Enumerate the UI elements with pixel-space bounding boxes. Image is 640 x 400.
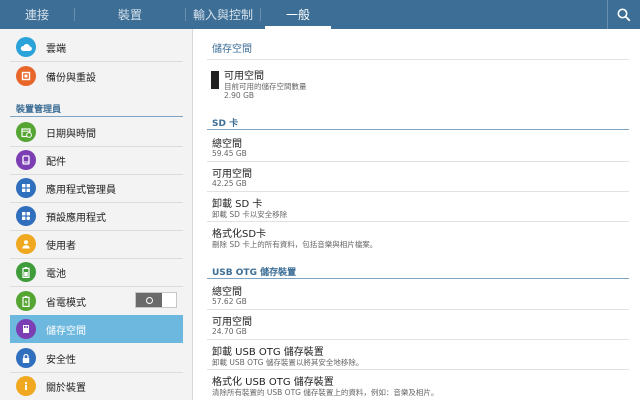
info-icon (16, 376, 36, 396)
storage-icon (16, 319, 36, 339)
divider (207, 59, 629, 60)
sidebar-item-default-apps[interactable]: 預設應用程式 (10, 202, 183, 230)
row-description: 卸載 SD 卡以安全移除 (212, 210, 288, 219)
divider (207, 191, 629, 192)
row-title: 可用空間 (212, 169, 252, 180)
row-title: 可用空間 (224, 71, 264, 82)
toggle-knob (136, 293, 162, 307)
section-header-sd-card: SD 卡 (212, 119, 239, 129)
tab-connections[interactable]: 連接 (0, 0, 74, 29)
divider (207, 309, 629, 310)
sidebar-item-date-time[interactable]: 日期與時間 (10, 118, 183, 146)
sidebar-item-battery[interactable]: 電池 (10, 258, 183, 286)
section-header-underline (10, 116, 183, 117)
row-title: 卸載 USB OTG 儲存裝置 (212, 347, 324, 358)
sidebar-item-label: 備份與重設 (46, 72, 96, 84)
divider (207, 339, 629, 340)
sidebar-item-label: 配件 (46, 156, 66, 168)
sidebar-item-label: 雲端 (46, 43, 66, 55)
sidebar-item-label: 預設應用程式 (46, 212, 106, 224)
row-title: 卸載 SD 卡 (212, 199, 263, 210)
row-description: 刪除 SD 卡上的所有資料，包括音樂與相片檔案。 (212, 240, 378, 249)
settings-sidebar: 雲端 備份與重設 裝置管理員 日期與時間 配件 應用程式管理員 預設應用程式 使… (0, 29, 192, 400)
tab-input-control[interactable]: 輸入與控制 (186, 0, 260, 29)
divider (207, 161, 629, 162)
sidebar-item-security[interactable]: 安全性 (10, 344, 183, 372)
backup-icon (16, 66, 36, 86)
sidebar-item-users[interactable]: 使用者 (10, 230, 183, 258)
calendar-clock-icon (16, 122, 36, 142)
storage-usage-bar (211, 71, 219, 89)
sidebar-item-power-saving[interactable]: 省電模式 (10, 287, 183, 315)
row-title: 格式化SD卡 (212, 229, 267, 240)
page-title: 儲存空間 (212, 44, 252, 55)
tab-device[interactable]: 裝置 (75, 0, 185, 29)
section-header-underline (207, 129, 629, 130)
sidebar-item-label: 日期與時間 (46, 128, 96, 140)
sidebar-item-label: 省電模式 (46, 297, 86, 309)
tab-label: 裝置 (117, 8, 142, 22)
row-value: 57.62 GB (212, 297, 247, 306)
battery-icon (16, 262, 36, 282)
sidebar-item-label: 應用程式管理員 (46, 184, 116, 196)
accessory-icon (16, 150, 36, 170)
search-icon (617, 8, 631, 21)
storage-detail-pane: 儲存空間 可用空間 目前可用的儲存空間數量 2.90 GB SD 卡 總空間 5… (193, 29, 640, 400)
divider (207, 369, 629, 370)
row-value: 24.70 GB (212, 327, 247, 336)
tab-label: 一般 (285, 8, 310, 22)
sidebar-item-label: 電池 (46, 268, 66, 280)
row-value: 42.25 GB (212, 179, 247, 188)
sidebar-item-label: 關於裝置 (46, 382, 86, 394)
sidebar-item-storage[interactable]: 儲存空間 (10, 315, 183, 343)
row-description: 卸載 USB OTG 儲存裝置以將其安全地移除。 (212, 358, 364, 367)
lock-icon (16, 348, 36, 368)
power-saving-toggle[interactable] (135, 292, 177, 308)
sidebar-item-backup-reset[interactable]: 備份與重設 (10, 62, 183, 90)
tab-label: 輸入與控制 (192, 8, 253, 22)
row-title: 總空間 (212, 139, 242, 150)
row-title: 可用空間 (212, 317, 252, 328)
sidebar-item-app-manager[interactable]: 應用程式管理員 (10, 174, 183, 202)
sidebar-item-label: 安全性 (46, 354, 76, 366)
sidebar-item-accessories[interactable]: 配件 (10, 146, 183, 174)
section-header-usb-otg: USB OTG 儲存裝置 (212, 268, 297, 278)
sidebar-item-label: 使用者 (46, 240, 76, 252)
user-icon (16, 234, 36, 254)
power-saving-icon (16, 291, 36, 311)
divider (207, 221, 629, 222)
row-title: 總空間 (212, 287, 242, 298)
default-apps-icon (16, 206, 36, 226)
section-header-device-manager: 裝置管理員 (16, 105, 62, 115)
apps-grid-icon (16, 178, 36, 198)
cloud-icon (16, 37, 36, 57)
row-value: 2.90 GB (224, 91, 255, 100)
top-tab-bar: 連接 裝置 輸入與控制 一般 (0, 0, 640, 29)
sidebar-item-cloud[interactable]: 雲端 (10, 33, 183, 61)
section-header-underline (207, 278, 629, 279)
sidebar-item-about-device[interactable]: 關於裝置 (10, 372, 183, 400)
search-button[interactable] (607, 0, 640, 29)
tab-general[interactable]: 一般 (261, 0, 335, 29)
row-value: 59.45 GB (212, 149, 247, 158)
sidebar-item-label: 儲存空間 (46, 325, 86, 337)
row-title: 格式化 USB OTG 儲存裝置 (212, 377, 334, 388)
row-description: 清除所有裝置的 USB OTG 儲存裝置上的資料，例如：音樂及相片。 (212, 388, 439, 397)
tab-label: 連接 (24, 8, 49, 22)
